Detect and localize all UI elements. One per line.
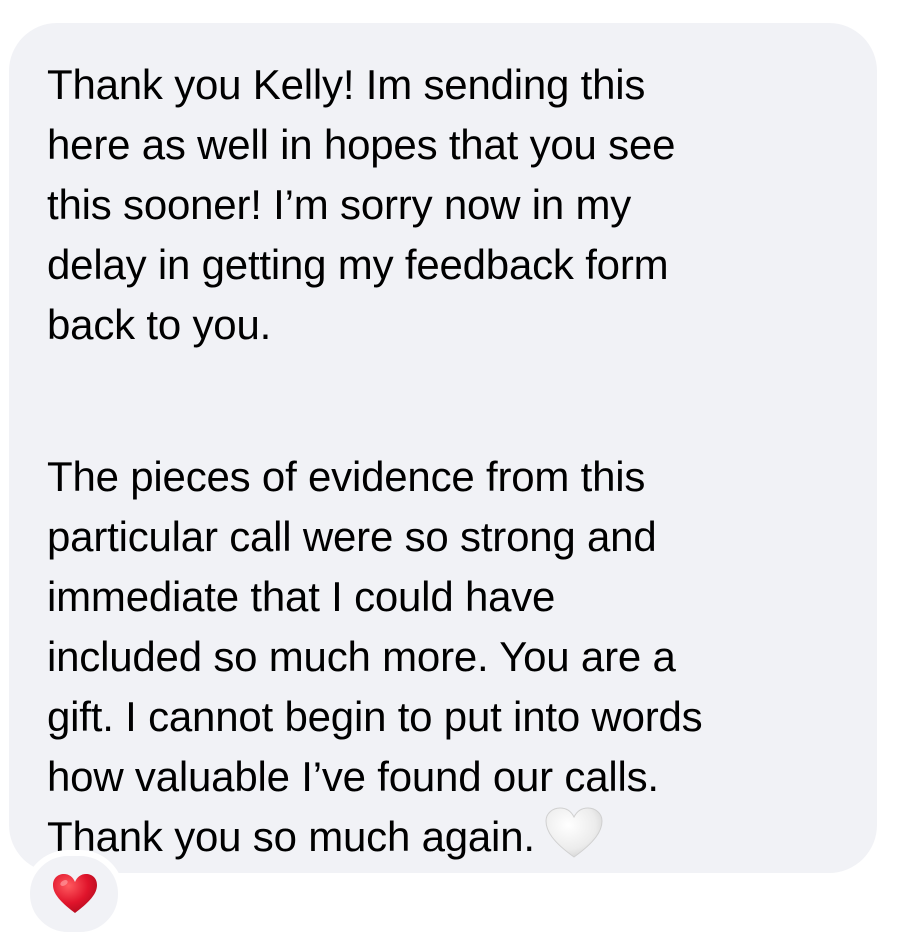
- message-paragraph-1: Thank you Kelly! Im sending this here as…: [47, 55, 675, 355]
- reaction-badge[interactable]: [24, 850, 124, 938]
- message-line: immediate that I could have: [47, 573, 556, 620]
- message-line: included so much more. You are a: [47, 633, 676, 680]
- message-line: gift. I cannot begin to put into words: [47, 693, 703, 740]
- message-line: particular call were so strong and: [47, 513, 657, 560]
- white-heart-icon: [545, 807, 603, 859]
- message-line: The pieces of evidence from this: [47, 453, 646, 500]
- message-line-last: Thank you so much again.: [47, 807, 702, 867]
- message-bubble[interactable]: Thank you Kelly! Im sending this here as…: [9, 23, 877, 873]
- message-line: how valuable I’ve found our calls.: [47, 753, 659, 800]
- message-line: back to you.: [47, 301, 272, 348]
- message-line: here as well in hopes that you see: [47, 121, 676, 168]
- message-line: Thank you Kelly! Im sending this: [47, 61, 646, 108]
- red-heart-icon: [52, 873, 98, 915]
- message-line: this sooner! I’m sorry now in my: [47, 181, 632, 228]
- message-line: delay in getting my feedback form: [47, 241, 669, 288]
- message-line-text: Thank you so much again.: [47, 813, 535, 860]
- message-paragraph-2: The pieces of evidence from this particu…: [47, 447, 703, 867]
